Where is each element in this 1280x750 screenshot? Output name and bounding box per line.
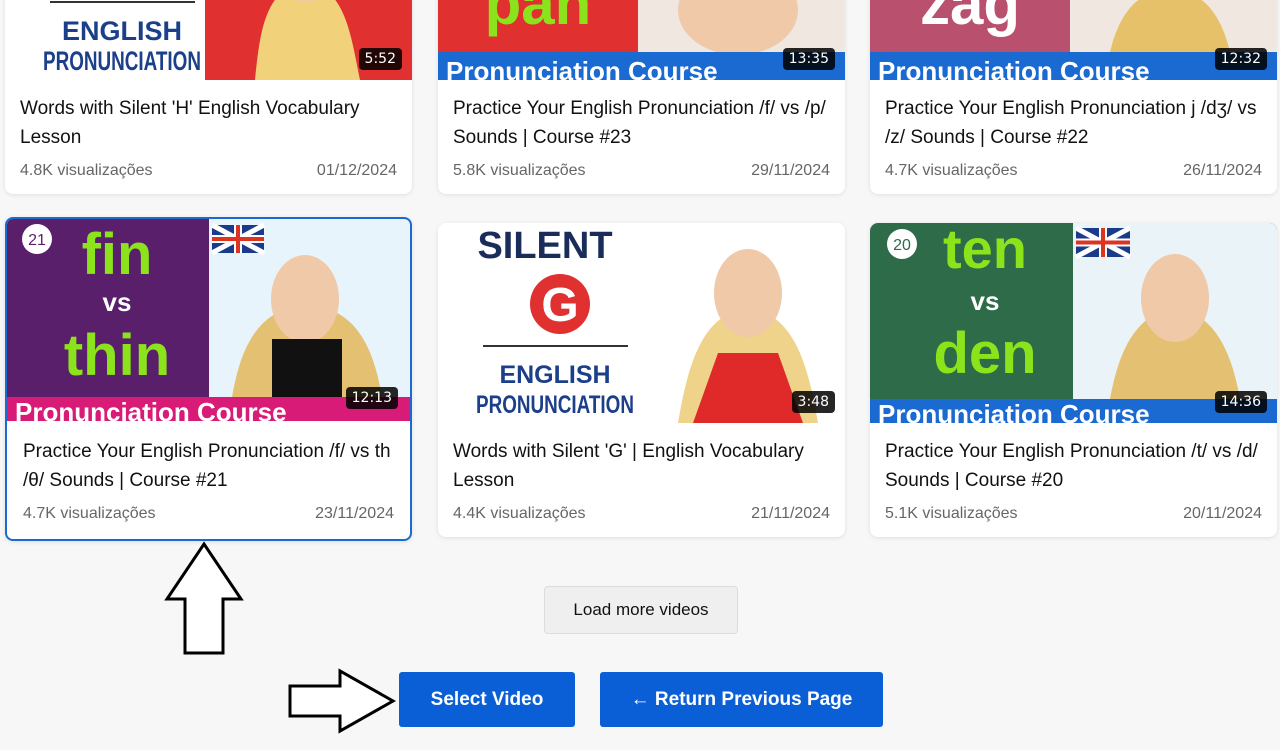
select-video-button[interactable]: Select Video xyxy=(399,672,575,727)
video-duration: 5:52 xyxy=(358,48,402,70)
video-views: 4.7K visualizações xyxy=(885,162,1018,179)
video-date: 26/11/2024 xyxy=(1183,162,1262,179)
return-previous-page-button[interactable]: ← Return Previous Page xyxy=(600,672,883,727)
thumb-text: ENGLISH xyxy=(499,361,610,389)
video-title[interactable]: Practice Your English Pronunciation /f/ … xyxy=(453,94,830,152)
video-views: 4.7K visualizações xyxy=(23,505,156,522)
thumb-text: fin xyxy=(82,222,153,287)
uk-flag-icon xyxy=(1074,225,1132,260)
video-card[interactable]: ENGLISH PRONUNCIATION 5:52 Words with Si… xyxy=(5,0,412,194)
thumb-text: thin xyxy=(64,323,170,388)
thumb-text: Pronunciation Course xyxy=(15,397,287,421)
thumb-text: PRONUNCIATION xyxy=(476,391,634,419)
thumb-text: ENGLISH xyxy=(62,16,182,46)
video-thumbnail[interactable]: 21 fin vs thin Pronunciation Course 12:1… xyxy=(7,219,410,421)
video-card[interactable]: zag Pronunciation Course 12:32 Practice … xyxy=(870,0,1277,194)
uk-flag-icon xyxy=(210,222,266,256)
video-title[interactable]: Practice Your English Pronunciation /f/ … xyxy=(23,437,394,495)
video-card-selected[interactable]: 21 fin vs thin Pronunciation Course 12:1… xyxy=(5,217,412,541)
video-date: 29/11/2024 xyxy=(751,162,830,179)
video-duration: 12:13 xyxy=(345,387,398,409)
video-card[interactable]: 20 ten vs den Pronunciation Course 14:36… xyxy=(870,223,1277,537)
thumb-text: zag xyxy=(920,0,1020,37)
thumb-text: 21 xyxy=(28,232,46,249)
thumb-text: PRONUNCIATION xyxy=(43,46,201,76)
video-thumbnail[interactable]: 20 ten vs den Pronunciation Course 14:36 xyxy=(870,223,1277,423)
load-more-button[interactable]: Load more videos xyxy=(544,586,738,634)
thumb-text: vs xyxy=(103,287,132,317)
video-date: 20/11/2024 xyxy=(1183,505,1262,522)
video-thumbnail[interactable]: pan Pronunciation Course 13:35 xyxy=(438,0,845,80)
video-title[interactable]: Words with Silent 'H' English Vocabulary… xyxy=(20,94,397,152)
video-views: 5.8K visualizações xyxy=(453,162,586,179)
video-card[interactable]: SILENT G ENGLISH PRONUNCIATION 3:48 Word… xyxy=(438,223,845,537)
video-duration: 13:35 xyxy=(782,48,835,70)
right-arrow-icon xyxy=(288,668,397,734)
thumb-text: den xyxy=(933,321,1036,386)
video-date: 23/11/2024 xyxy=(315,505,394,522)
video-views: 4.8K visualizações xyxy=(20,162,153,179)
video-thumbnail[interactable]: zag Pronunciation Course 12:32 xyxy=(870,0,1277,80)
thumb-text: Pronunciation Course xyxy=(446,56,718,80)
video-date: 21/11/2024 xyxy=(751,505,830,522)
video-duration: 3:48 xyxy=(791,391,835,413)
thumb-text: ten xyxy=(943,223,1027,280)
video-date: 01/12/2024 xyxy=(316,162,397,179)
thumb-text: 20 xyxy=(893,237,911,254)
video-thumbnail[interactable]: SILENT G ENGLISH PRONUNCIATION 3:48 xyxy=(438,223,845,423)
video-duration: 12:32 xyxy=(1214,48,1267,70)
thumb-text: pan xyxy=(485,0,592,37)
thumb-text: vs xyxy=(971,286,1000,316)
thumb-text: Pronunciation Course xyxy=(878,399,1150,423)
video-views: 5.1K visualizações xyxy=(885,505,1018,522)
thumb-text: SILENT xyxy=(477,225,612,267)
video-thumbnail[interactable]: ENGLISH PRONUNCIATION 5:52 xyxy=(5,0,412,80)
video-views: 4.4K visualizações xyxy=(453,505,586,522)
thumb-text: G xyxy=(541,279,578,332)
video-title[interactable]: Words with Silent 'G' | English Vocabula… xyxy=(453,437,830,495)
up-arrow-icon xyxy=(164,541,244,655)
video-duration: 14:36 xyxy=(1214,391,1267,413)
thumb-text: Pronunciation Course xyxy=(878,56,1150,80)
video-title[interactable]: Practice Your English Pronunciation j /d… xyxy=(885,94,1262,152)
video-card[interactable]: pan Pronunciation Course 13:35 Practice … xyxy=(438,0,845,194)
video-title[interactable]: Practice Your English Pronunciation /t/ … xyxy=(885,437,1262,495)
